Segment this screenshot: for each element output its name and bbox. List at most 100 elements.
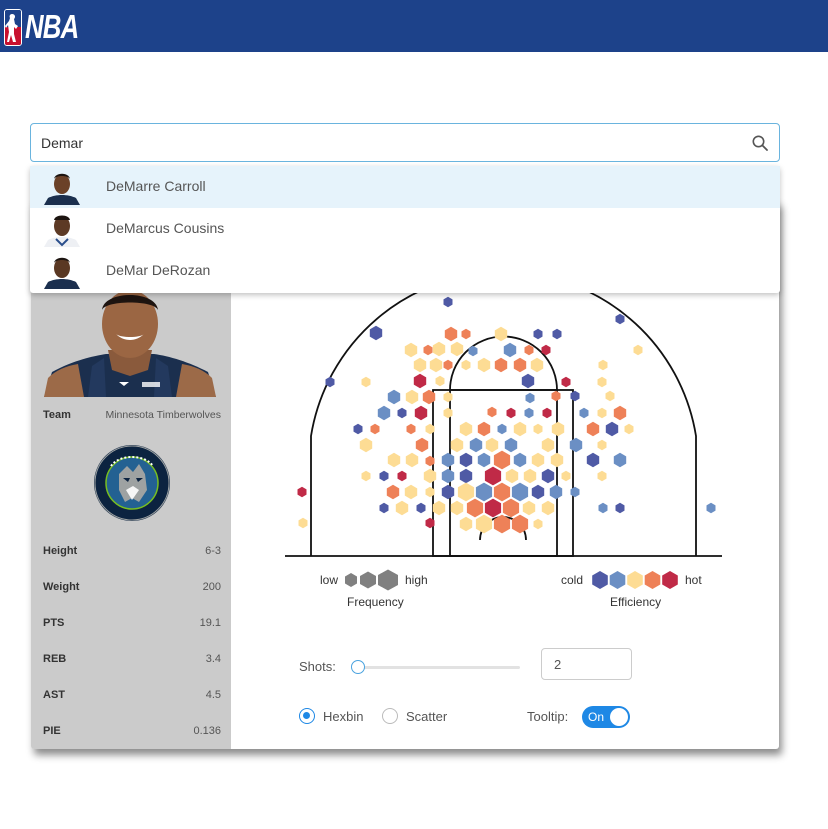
shot-hexbin[interactable] <box>386 484 400 500</box>
shot-hexbin[interactable] <box>459 452 473 468</box>
shot-hexbin[interactable] <box>549 484 563 500</box>
shot-hexbin[interactable] <box>493 482 511 502</box>
shot-hexbin[interactable] <box>494 357 508 373</box>
shot-hexbin[interactable] <box>444 326 458 342</box>
scatter-label[interactable]: Scatter <box>406 709 447 724</box>
shot-hexbin[interactable] <box>552 328 562 340</box>
shot-hexbin[interactable] <box>586 421 600 437</box>
shot-hexbin[interactable] <box>461 328 471 340</box>
shot-hexbin[interactable] <box>597 407 607 419</box>
shot-hexbin[interactable] <box>397 470 407 482</box>
shot-hexbin[interactable] <box>469 437 483 453</box>
player-search-box[interactable] <box>30 123 780 162</box>
shot-hexbin[interactable] <box>506 407 516 419</box>
shot-hexbin[interactable] <box>530 357 544 373</box>
shot-hexbin[interactable] <box>459 516 473 532</box>
shot-hexbin[interactable] <box>477 421 491 437</box>
shot-hexbin[interactable] <box>533 328 543 340</box>
shot-hexbin[interactable] <box>493 450 511 470</box>
shot-hexbin[interactable] <box>370 423 380 435</box>
tooltip-toggle[interactable]: On <box>582 706 630 728</box>
shot-hexbin[interactable] <box>404 484 418 500</box>
shot-hexbin[interactable] <box>432 500 446 516</box>
shot-hexbin[interactable] <box>605 390 615 402</box>
shot-hexbin[interactable] <box>551 421 565 437</box>
shot-hexbin[interactable] <box>457 482 475 502</box>
shot-hexbin[interactable] <box>423 344 433 356</box>
shot-hexbin[interactable] <box>441 484 455 500</box>
shot-hexbin[interactable] <box>597 470 607 482</box>
shot-hexbin[interactable] <box>441 468 455 484</box>
shots-slider-handle[interactable] <box>351 660 365 674</box>
shot-hexbin[interactable] <box>443 359 453 371</box>
shot-hexbin[interactable] <box>359 437 373 453</box>
shot-hexbin[interactable] <box>361 376 371 388</box>
shot-hexbin[interactable] <box>533 423 543 435</box>
shot-hexbin[interactable] <box>477 452 491 468</box>
shot-hexbin[interactable] <box>459 468 473 484</box>
shot-hexbin[interactable] <box>561 376 571 388</box>
shot-hexbin[interactable] <box>387 452 401 468</box>
shot-hexbin[interactable] <box>298 517 308 529</box>
shot-hexbin[interactable] <box>423 468 437 484</box>
shot-hexbin[interactable] <box>511 482 529 502</box>
shot-hexbin[interactable] <box>633 344 643 356</box>
shot-hexbin[interactable] <box>432 341 446 357</box>
shot-hexbin[interactable] <box>615 313 625 325</box>
shot-hexbin[interactable] <box>586 452 600 468</box>
nba-logo[interactable]: NBA <box>4 8 94 46</box>
shot-hexbin[interactable] <box>450 341 464 357</box>
shot-hexbin[interactable] <box>361 470 371 482</box>
shot-hexbin[interactable] <box>513 421 527 437</box>
shot-hexbin[interactable] <box>550 452 564 468</box>
shot-hexbin[interactable] <box>443 407 453 419</box>
shot-hexbin[interactable] <box>413 357 427 373</box>
shots-slider-track[interactable] <box>358 666 520 669</box>
shot-hexbin[interactable] <box>397 407 407 419</box>
shot-hexbin[interactable] <box>369 325 383 341</box>
shot-hexbin[interactable] <box>524 344 534 356</box>
shot-chart-court[interactable] <box>280 290 730 565</box>
shot-hexbin[interactable] <box>487 406 497 418</box>
suggestion-item[interactable]: DeMar DeRozan <box>30 250 780 292</box>
shot-hexbin[interactable] <box>551 390 561 402</box>
shot-hexbin[interactable] <box>597 376 607 388</box>
shot-hexbin[interactable] <box>477 357 491 373</box>
shot-hexbin[interactable] <box>405 452 419 468</box>
shot-hexbin[interactable] <box>624 423 634 435</box>
shot-hexbin[interactable] <box>504 437 518 453</box>
shot-hexbin[interactable] <box>570 486 580 498</box>
shot-hexbin[interactable] <box>441 452 455 468</box>
shot-hexbin[interactable] <box>475 514 493 534</box>
hexbin-label[interactable]: Hexbin <box>323 709 363 724</box>
shot-hexbin[interactable] <box>461 359 471 371</box>
suggestion-item[interactable]: DeMarcus Cousins <box>30 208 780 250</box>
shot-hexbin[interactable] <box>459 421 473 437</box>
shot-hexbin[interactable] <box>505 468 519 484</box>
shot-hexbin[interactable] <box>513 452 527 468</box>
shot-hexbin[interactable] <box>598 359 608 371</box>
shot-hexbin[interactable] <box>524 407 534 419</box>
shot-hexbin[interactable] <box>484 498 502 518</box>
shot-hexbin[interactable] <box>522 500 536 516</box>
shot-hexbin[interactable] <box>541 437 555 453</box>
scatter-radio[interactable] <box>382 708 398 724</box>
shot-hexbin[interactable] <box>502 498 520 518</box>
shot-hexbins[interactable] <box>297 296 716 534</box>
shot-hexbin[interactable] <box>443 391 453 403</box>
shot-hexbin[interactable] <box>542 407 552 419</box>
shot-hexbin[interactable] <box>598 502 608 514</box>
shot-hexbin[interactable] <box>579 407 589 419</box>
hexbin-radio[interactable] <box>299 708 315 724</box>
tooltip-toggle-knob[interactable] <box>610 708 628 726</box>
shot-hexbin[interactable] <box>597 439 607 451</box>
shot-hexbin[interactable] <box>405 389 419 405</box>
shot-hexbin[interactable] <box>497 423 507 435</box>
shot-hexbin[interactable] <box>494 326 508 342</box>
shot-hexbin[interactable] <box>379 502 389 514</box>
shot-hexbin[interactable] <box>541 500 555 516</box>
shot-hexbin[interactable] <box>485 437 499 453</box>
shot-hexbin[interactable] <box>569 437 583 453</box>
shot-hexbin[interactable] <box>377 405 391 421</box>
shot-hexbin[interactable] <box>413 373 427 389</box>
